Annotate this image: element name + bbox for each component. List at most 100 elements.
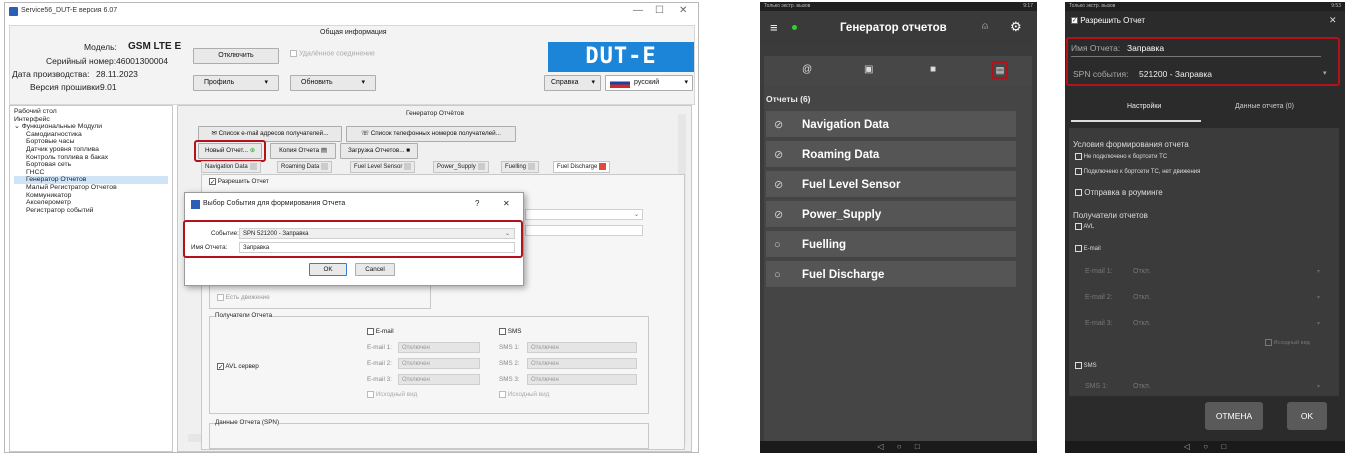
model-label: Модель: bbox=[84, 42, 117, 52]
email-1-select[interactable]: Откл. bbox=[1133, 268, 1151, 275]
tree-item[interactable]: Регистратор событий bbox=[14, 207, 168, 215]
recents-icon[interactable]: □ bbox=[915, 442, 920, 451]
load-reports-button[interactable]: Загрузка Отчетов... ■ bbox=[340, 143, 418, 159]
disconnect-button[interactable]: Отключить bbox=[193, 48, 279, 64]
minimize-icon[interactable]: — bbox=[633, 5, 643, 16]
tree-item[interactable]: Рабочий стол bbox=[14, 108, 168, 116]
dialog-close-icon[interactable]: ✕ bbox=[503, 199, 510, 208]
tree-item-selected[interactable]: Генератор Отчетов bbox=[14, 176, 168, 184]
tab-roaming-data[interactable]: Roaming Data bbox=[277, 161, 333, 173]
sms-1-select[interactable]: Отключен bbox=[527, 342, 637, 353]
fw-label: Версия прошивки: bbox=[30, 82, 103, 92]
gear-icon[interactable]: ⚙ bbox=[1010, 19, 1022, 35]
home-icon[interactable]: ○ bbox=[897, 442, 902, 451]
email-checkbox[interactable]: E-mail bbox=[367, 328, 394, 335]
report-item[interactable]: ⊘ Navigation Data bbox=[766, 111, 1016, 139]
email-icon[interactable]: @ bbox=[802, 64, 812, 75]
tree-item[interactable]: Малый Регистратор Отчетов bbox=[14, 184, 168, 192]
recents-icon[interactable]: □ bbox=[1221, 442, 1226, 451]
close-icon[interactable]: ✕ bbox=[679, 5, 687, 16]
sms-raw-view-checkbox[interactable]: Исходный вид bbox=[499, 391, 549, 398]
avl-server-checkbox[interactable]: ✓ AVL сервер bbox=[217, 363, 259, 371]
tree-item[interactable]: Самодиагностика bbox=[14, 131, 168, 139]
android-nav-bar: ◁ ○ □ bbox=[760, 441, 1037, 453]
maximize-icon[interactable]: ☐ bbox=[655, 5, 664, 16]
back-icon[interactable]: ◁ bbox=[877, 442, 883, 451]
event-combo-bg[interactable]: ⌄ bbox=[525, 209, 643, 220]
tab-fuel-level-sensor[interactable]: Fuel Level Sensor bbox=[350, 161, 416, 173]
tree-item[interactable]: Бортовая сеть bbox=[14, 161, 168, 169]
help-icon[interactable]: ? bbox=[475, 199, 479, 208]
folder-icon[interactable]: ■ bbox=[930, 64, 936, 75]
user-icon[interactable]: ⍝ bbox=[982, 21, 988, 32]
email-3-select[interactable]: Отключен bbox=[398, 374, 480, 385]
report-item[interactable]: ○ Fuelling bbox=[766, 231, 1016, 259]
report-file-icon[interactable]: ▤ bbox=[992, 61, 1008, 79]
ok-button[interactable]: OK bbox=[1287, 402, 1327, 430]
menu-icon[interactable]: ≡ bbox=[770, 20, 778, 35]
tab-power-supply[interactable]: Power_Supply bbox=[433, 161, 489, 173]
tab-report-data[interactable]: Данные отчета (0) bbox=[1235, 103, 1294, 110]
allow-report-checkbox[interactable]: ✓ Разрешить Отчет bbox=[1071, 16, 1145, 25]
date-value: 28.11.2023 bbox=[96, 69, 138, 79]
tree-item[interactable]: Датчик уровня топлива bbox=[14, 146, 168, 154]
sms-2-select[interactable]: Отключен bbox=[527, 358, 637, 369]
home-icon[interactable]: ○ bbox=[1203, 442, 1208, 451]
avl-checkbox[interactable]: AVL bbox=[1075, 223, 1094, 230]
cancel-button[interactable]: Cancel bbox=[355, 263, 395, 276]
email-2-select[interactable]: Откл. bbox=[1133, 294, 1151, 301]
serial-value: 46001300004 bbox=[116, 56, 169, 66]
tab-navigation-data[interactable]: Navigation Data bbox=[201, 161, 261, 173]
check-circle-icon: ⊘ bbox=[774, 179, 784, 191]
sms-checkbox[interactable]: SMS bbox=[1075, 362, 1097, 369]
email-raw-view-checkbox[interactable]: Исходный вид bbox=[1265, 339, 1310, 346]
sms-3-select[interactable]: Отключен bbox=[527, 374, 637, 385]
email-checkbox[interactable]: E-mail bbox=[1075, 245, 1101, 252]
contacts-icon[interactable]: ▣ bbox=[864, 64, 873, 75]
date-label: Дата производства: bbox=[12, 69, 90, 79]
app-bar: ≡ Генератор отчетов ⍝ ⚙ bbox=[760, 11, 1037, 45]
phone-list-button[interactable]: ☏ Список телефонных номеров получателей.… bbox=[346, 126, 516, 142]
report-item[interactable]: ⊘ Power_Supply bbox=[766, 201, 1016, 229]
tree-item[interactable]: Коммуникатор bbox=[14, 192, 168, 200]
tree-item[interactable]: ГНСС bbox=[14, 169, 168, 177]
window-title: Service56_DUT-E версия 6.07 bbox=[21, 7, 118, 14]
sms-checkbox[interactable]: SMS bbox=[499, 328, 521, 335]
remote-connection-checkbox[interactable]: Удалённое соединение bbox=[290, 50, 375, 57]
report-item[interactable]: ⊘ Fuel Level Sensor bbox=[766, 171, 1016, 199]
ok-button[interactable]: OK bbox=[309, 263, 347, 276]
report-item[interactable]: ⊘ Roaming Data bbox=[766, 141, 1016, 169]
email-raw-view-checkbox[interactable]: Исходный вид bbox=[367, 391, 417, 398]
tab-fuel-discharge[interactable]: Fuel Discharge bbox=[553, 161, 611, 173]
tree-item[interactable]: Интерфейс bbox=[14, 116, 168, 124]
email-3-label: E-mail 3: bbox=[367, 376, 392, 383]
cond-power-no-motion-checkbox[interactable]: Подключено к бортсети ТС, нет движения bbox=[1075, 168, 1200, 175]
refresh-dropdown[interactable]: Обновить ▾ bbox=[290, 75, 376, 91]
profile-dropdown[interactable]: Профиль ▾ bbox=[193, 75, 279, 91]
close-icon[interactable]: ✕ bbox=[1329, 15, 1337, 26]
email-2-select[interactable]: Отключен bbox=[398, 358, 480, 369]
email-3-select[interactable]: Откл. bbox=[1133, 320, 1151, 327]
tab-fuelling[interactable]: Fuelling bbox=[501, 161, 540, 173]
help-dropdown[interactable]: Справка ▾ bbox=[544, 75, 601, 91]
cond-no-power-checkbox[interactable]: Не подключено к бортсети ТС bbox=[1075, 153, 1167, 160]
tree-item[interactable]: ⌄ Функциональные Модули bbox=[14, 123, 168, 131]
report-item[interactable]: ○ Fuel Discharge bbox=[766, 261, 1016, 289]
copy-report-button[interactable]: Копия Отчета ▤ bbox=[270, 143, 336, 159]
tree-item[interactable]: Бортовые часы bbox=[14, 138, 168, 146]
sms-1-select[interactable]: Откл. bbox=[1133, 383, 1151, 390]
has-motion-checkbox[interactable]: Есть движение bbox=[217, 294, 270, 301]
email-1-select[interactable]: Отключен bbox=[398, 342, 480, 353]
recipients-title: Получатели Отчета bbox=[215, 312, 273, 319]
language-select[interactable]: русский ▾ bbox=[605, 75, 693, 91]
cancel-button[interactable]: ОТМЕНА bbox=[1205, 402, 1263, 430]
model-value: GSM LTE E bbox=[128, 41, 182, 52]
tree-item[interactable]: Контроль топлива в баках bbox=[14, 154, 168, 162]
back-icon[interactable]: ◁ bbox=[1184, 442, 1190, 451]
tab-settings[interactable]: Настройки bbox=[1127, 103, 1161, 110]
tree-item[interactable]: Акселерометр bbox=[14, 199, 168, 207]
name-field-bg[interactable] bbox=[525, 225, 643, 236]
roaming-checkbox[interactable]: Отправка в роуминге bbox=[1075, 188, 1163, 197]
allow-report-checkbox[interactable]: ✓ Разрешить Отчет bbox=[209, 178, 269, 186]
fw-value: 9.01 bbox=[100, 82, 117, 92]
